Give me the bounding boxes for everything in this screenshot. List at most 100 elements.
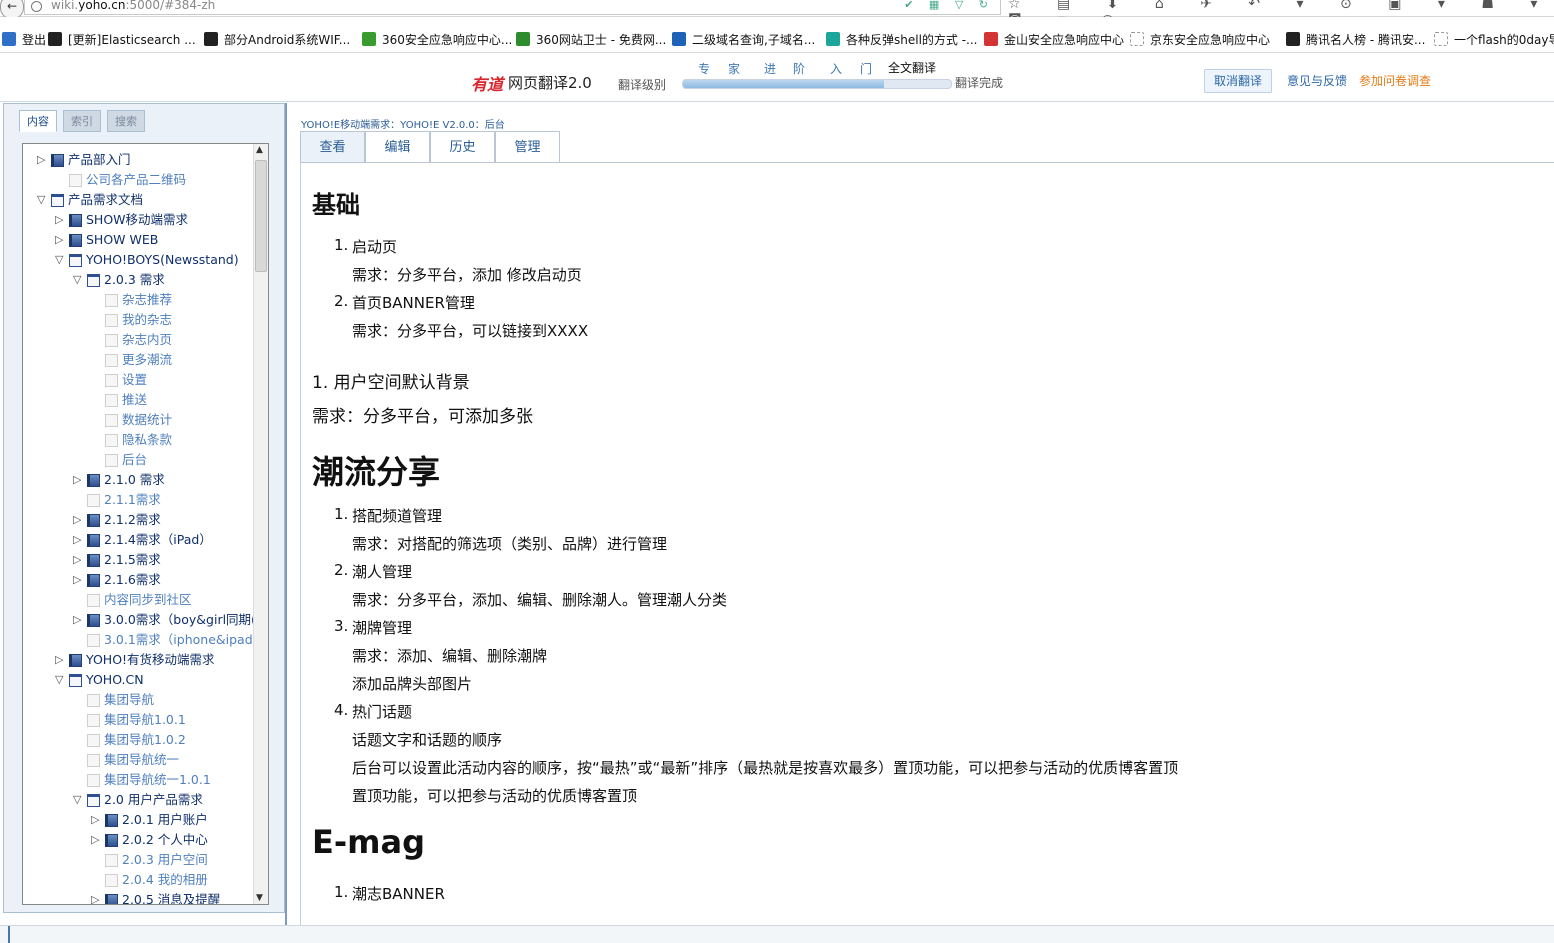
tree-scrollbar[interactable]: ▲ ▼ — [253, 144, 268, 904]
scroll-down-icon[interactable]: ▼ — [256, 893, 263, 903]
tree-node[interactable]: 设置 — [91, 371, 147, 389]
tree-node[interactable]: 隐私条款 — [91, 431, 172, 449]
tree-node[interactable]: ▷ 2.0.1 用户账户 — [91, 811, 208, 829]
tree-node[interactable]: ▷ SHOW WEB — [55, 231, 158, 249]
tree-node[interactable]: 内容同步到社区 — [73, 591, 192, 609]
collapsed-arrow-icon[interactable]: ▷ — [73, 611, 85, 629]
tree-node[interactable]: 杂志推荐 — [91, 291, 172, 309]
current-level[interactable]: 全文翻译 — [888, 59, 936, 76]
collapsed-arrow-icon[interactable]: ▷ — [91, 891, 103, 904]
tree-node[interactable]: ▷ 2.1.4需求（iPad） — [73, 531, 212, 549]
scroll-up-icon[interactable]: ▲ — [256, 145, 263, 155]
tree-node[interactable]: ▷ YOHO!有货移动端需求 — [55, 651, 215, 669]
tab-search[interactable]: 搜索 — [107, 110, 145, 132]
bookmark-item[interactable]: 各种反弹shell的方式 -... — [826, 31, 978, 47]
collapsed-arrow-icon[interactable]: ▷ — [55, 211, 67, 229]
tree-node[interactable]: ▷ 3.0.0需求（boy&girl同期( — [73, 611, 256, 629]
breadcrumb[interactable]: YOHO!E移动端需求：YOHO!E V2.0.0：后台 — [301, 116, 505, 131]
tab-manage[interactable]: 管理 — [495, 131, 560, 162]
collapsed-arrow-icon[interactable]: ▷ — [73, 531, 85, 549]
tree-node[interactable]: ▽ 产品需求文档 — [37, 191, 143, 209]
bookmark-item[interactable]: 金山安全应急响应中心 — [984, 31, 1124, 47]
tree-node-label: YOHO.CN — [86, 672, 144, 687]
bookmark-favicon-icon — [1286, 32, 1300, 46]
bookmark-item[interactable]: 二级域名查询,子域名... — [672, 31, 815, 47]
collapsed-arrow-icon[interactable]: ▷ — [55, 651, 67, 669]
bookmark-item[interactable]: 部分Android系统WIF... — [204, 31, 350, 47]
panel-splitter[interactable] — [285, 103, 287, 925]
tree-node[interactable]: 公司各产品二维码 — [55, 171, 186, 189]
tree-node[interactable]: 集团导航统一 — [73, 751, 179, 769]
tree-node[interactable]: 2.0.4 我的相册 — [91, 871, 208, 889]
tree-node[interactable]: ▷ 2.0.5 消息及提醒 — [91, 891, 220, 904]
addressbar-icons[interactable]: ✔ ▦ ▽ ↻ — [904, 0, 994, 11]
expanded-arrow-icon[interactable]: ▽ — [73, 271, 85, 289]
tree-node-label: 杂志内页 — [122, 332, 173, 347]
level-step[interactable]: 家 — [728, 60, 740, 77]
survey-link[interactable]: 参加问卷调查 — [1359, 72, 1431, 89]
bookmark-item[interactable]: 腾讯名人榜 - 腾讯安... — [1286, 31, 1425, 47]
bookmark-item[interactable]: 360网站卫士 - 免费网... — [516, 31, 666, 47]
tree-node[interactable]: ▽ 2.0.3 需求 — [73, 271, 165, 289]
level-step[interactable]: 入 — [830, 60, 842, 77]
cancel-translation-button[interactable]: 取消翻译 — [1204, 69, 1272, 93]
tab-edit[interactable]: 编辑 — [365, 131, 430, 162]
translation-level-slider[interactable] — [682, 79, 952, 89]
level-step[interactable]: 专 — [698, 60, 710, 77]
collapsed-arrow-icon[interactable]: ▷ — [73, 571, 85, 589]
tree-node[interactable]: 2.1.1需求 — [73, 491, 161, 509]
tree-node[interactable]: 集团导航1.0.2 — [73, 731, 186, 749]
level-step[interactable]: 阶 — [793, 60, 805, 77]
tree-node[interactable]: 集团导航 — [73, 691, 154, 709]
tree-node[interactable]: ▽ 2.0 用户产品需求 — [73, 791, 203, 809]
list-item: 潮人管理 — [352, 563, 413, 581]
expanded-arrow-icon[interactable]: ▽ — [37, 191, 49, 209]
tree-node[interactable]: 推送 — [91, 391, 147, 409]
tab-index[interactable]: 索引 — [63, 110, 101, 132]
expanded-arrow-icon[interactable]: ▽ — [55, 671, 67, 689]
url-field[interactable]: wiki.yoho.cn:5000/#384-zh ✔ ▦ ▽ ↻ — [24, 0, 1001, 15]
tree-node[interactable]: ▷ 2.0.2 个人中心 — [91, 831, 208, 849]
tab-history[interactable]: 历史 — [430, 131, 495, 162]
collapsed-arrow-icon[interactable]: ▷ — [55, 231, 67, 249]
tree-node[interactable]: 数据统计 — [91, 411, 172, 429]
bookmark-item[interactable]: 京东安全应急响应中心 — [1130, 31, 1270, 47]
tree-node[interactable]: ▷ 2.1.2需求 — [73, 511, 161, 529]
tree-node[interactable]: ▷ 2.1.0 需求 — [73, 471, 165, 489]
tree-node[interactable]: 杂志内页 — [91, 331, 172, 349]
tree-node[interactable]: 2.0.3 用户空间 — [91, 851, 208, 869]
collapsed-arrow-icon[interactable]: ▷ — [37, 151, 49, 169]
tree-node[interactable]: ▷ 2.1.5需求 — [73, 551, 161, 569]
tab-view[interactable]: 查看 — [300, 131, 365, 162]
tree-node[interactable]: 集团导航统一1.0.1 — [73, 771, 211, 789]
url-text: wiki.yoho.cn:5000/#384-zh — [51, 0, 216, 12]
collapsed-arrow-icon[interactable]: ▷ — [73, 511, 85, 529]
paragraph: 需求：分多平台，可以链接到XXXX — [352, 322, 589, 340]
tree-node[interactable]: 我的杂志 — [91, 311, 172, 329]
level-step[interactable]: 门 — [860, 60, 872, 77]
expanded-arrow-icon[interactable]: ▽ — [55, 251, 67, 269]
tree-node[interactable]: ▽ YOHO!BOYS(Newsstand) — [55, 251, 239, 269]
collapsed-arrow-icon[interactable]: ▷ — [91, 831, 103, 849]
bookmark-favicon-icon — [204, 32, 218, 46]
tab-contents[interactable]: 内容 — [19, 110, 57, 132]
bookmark-item[interactable]: 一个flash的0day导... — [1434, 31, 1554, 47]
tree-node[interactable]: ▽ YOHO.CN — [55, 671, 144, 689]
collapsed-arrow-icon[interactable]: ▷ — [91, 811, 103, 829]
level-step[interactable]: 进 — [764, 60, 776, 77]
tree-node[interactable]: ▷ 2.1.6需求 — [73, 571, 161, 589]
feedback-link[interactable]: 意见与反馈 — [1287, 72, 1347, 89]
bookmark-item[interactable]: 登出 — [2, 31, 46, 47]
tree-node[interactable]: ▷ SHOW移动端需求 — [55, 211, 188, 229]
expanded-arrow-icon[interactable]: ▽ — [73, 791, 85, 809]
collapsed-arrow-icon[interactable]: ▷ — [73, 551, 85, 569]
tree-node[interactable]: 后台 — [91, 451, 147, 469]
scrollbar-thumb[interactable] — [255, 160, 267, 272]
tree-node[interactable]: 更多潮流 — [91, 351, 172, 369]
bookmark-item[interactable]: [更新]Elasticsearch ... — [48, 31, 196, 47]
tree-node[interactable]: 集团导航1.0.1 — [73, 711, 186, 729]
tree-node[interactable]: 3.0.1需求（iphone&ipad — [73, 631, 253, 649]
tree-node[interactable]: ▷ 产品部入门 — [37, 151, 131, 169]
bookmark-item[interactable]: 360安全应急响应中心... — [362, 31, 512, 47]
collapsed-arrow-icon[interactable]: ▷ — [73, 471, 85, 489]
